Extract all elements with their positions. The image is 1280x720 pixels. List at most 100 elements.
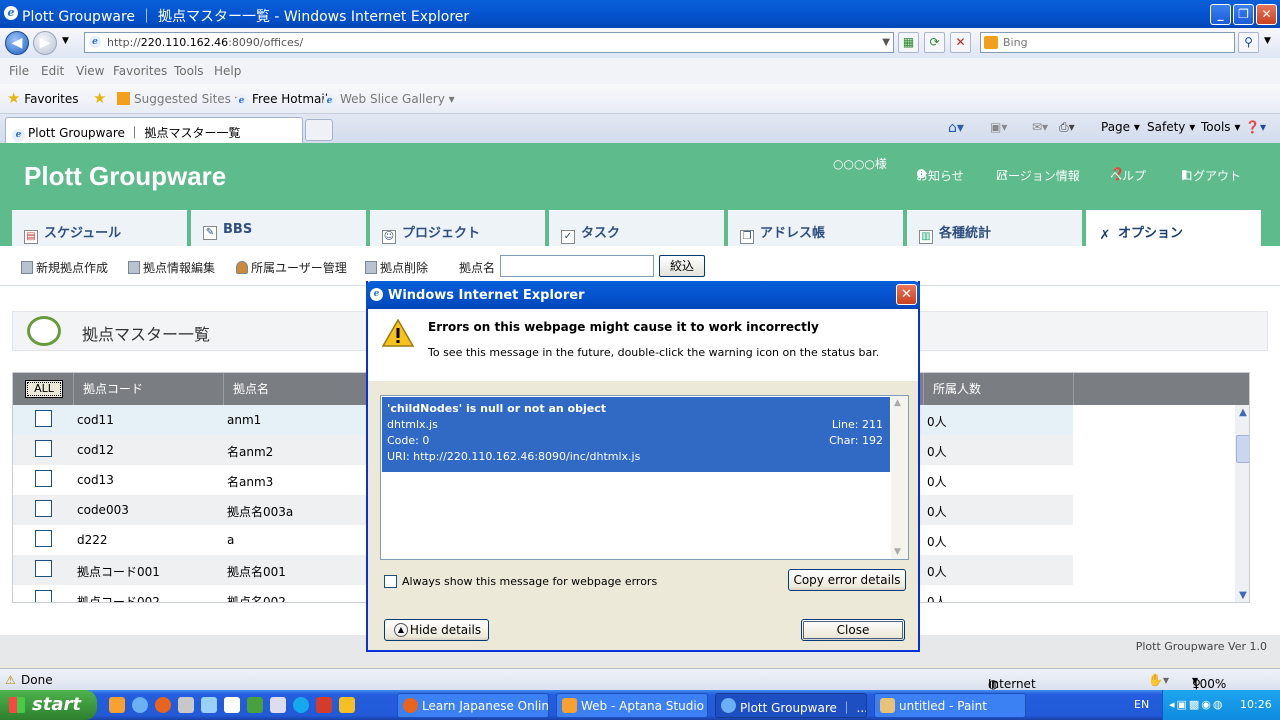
menu-file[interactable]: File <box>9 64 29 78</box>
edit-office-button[interactable]: 拠点情報編集 <box>128 259 215 276</box>
office-name-input[interactable] <box>500 255 654 277</box>
row-checkbox[interactable] <box>35 410 52 427</box>
scroll-up-icon[interactable]: ▲ <box>1235 405 1249 421</box>
fav-web-slice-gallery[interactable]: e Web Slice Gallery ▾ <box>323 92 455 108</box>
tab-task[interactable]: ✓ タスク <box>549 210 724 246</box>
help-icon[interactable]: ❓▾ <box>1245 120 1266 134</box>
menu-favorites[interactable]: Favorites <box>113 64 167 78</box>
print-icon[interactable]: ⎙▾ <box>1059 120 1075 135</box>
scroll-down-icon[interactable]: ▼ <box>1235 588 1249 602</box>
quicklaunch-skype-icon[interactable] <box>293 697 309 713</box>
home-icon[interactable]: ⌂▾ <box>948 120 964 136</box>
app-logo[interactable]: Plott Groupware <box>24 161 226 192</box>
address-input[interactable]: e http://220.110.162.46:8090/offices/ ▼ <box>84 32 894 53</box>
quicklaunch-tool-icon[interactable] <box>178 697 194 713</box>
row-checkbox[interactable] <box>35 500 52 517</box>
quicklaunch-excel-icon[interactable] <box>247 697 263 713</box>
back-button[interactable]: ◀ <box>5 31 29 55</box>
tab-options[interactable]: ✗ オプション <box>1086 210 1261 246</box>
tools-menu[interactable]: Tools ▾ <box>1201 120 1240 134</box>
zoom-control[interactable]: ⚲ 100% ▾ <box>1192 673 1226 691</box>
tray-icons[interactable]: ◂▣▩◉◍ <box>1169 698 1225 711</box>
tab-bbs[interactable]: ✎ BBS <box>191 210 366 246</box>
quicklaunch-media-icon[interactable] <box>316 697 332 713</box>
taskbar-item[interactable]: Web - Aptana Studio 3 <box>556 693 708 718</box>
col-office-code[interactable]: 拠点コード <box>83 380 143 397</box>
hide-details-button[interactable]: ▲ Hide details <box>384 619 489 641</box>
user-name-link[interactable]: ○○○○様 <box>833 155 887 172</box>
menu-edit[interactable]: Edit <box>41 64 64 78</box>
add-favorite-icon[interactable]: ★ <box>93 89 106 107</box>
tab-project[interactable]: ☺ プロジェクト <box>370 210 545 246</box>
browser-tab-active[interactable]: e Plott Groupware ｜ 拠点マスター一覧 <box>5 117 303 143</box>
error-item-selected[interactable]: 'childNodes' is null or not an object dh… <box>382 397 890 472</box>
new-office-button[interactable]: 新規拠点作成 <box>21 259 108 276</box>
taskbar-item[interactable]: Learn Japanese Onlin... <box>397 693 549 718</box>
quicklaunch-ie-icon[interactable] <box>132 697 148 713</box>
row-checkbox[interactable] <box>35 530 52 547</box>
error-scroll-up-icon[interactable]: ▲ <box>894 398 901 408</box>
office-users-label: 所属ユーザー管理 <box>251 261 347 275</box>
language-indicator[interactable]: EN <box>1134 698 1149 711</box>
menu-help[interactable]: Help <box>214 64 241 78</box>
col-office-name[interactable]: 拠点名 <box>233 380 269 397</box>
dialog-close-icon[interactable]: ✕ <box>896 284 917 305</box>
compatibility-icon[interactable]: ▦ <box>898 32 919 53</box>
cell-code: d222 <box>77 533 108 547</box>
filter-button[interactable]: 絞込 <box>659 255 705 277</box>
always-show-box[interactable] <box>384 575 397 588</box>
protected-mode-icon[interactable]: ✋▾ <box>1148 673 1169 687</box>
grid-scrollbar[interactable]: ▲ ▼ <box>1235 405 1249 602</box>
row-checkbox[interactable] <box>35 590 52 602</box>
taskbar-item-active[interactable]: Plott Groupware ｜ ... <box>715 693 867 718</box>
search-icon[interactable]: ⚲ <box>1238 32 1259 53</box>
quicklaunch-explorer-icon[interactable] <box>270 697 286 713</box>
page-menu[interactable]: Page ▾ <box>1101 120 1140 134</box>
taskbar-item[interactable]: untitled - Paint <box>874 693 1026 718</box>
error-scroll-down-icon[interactable]: ▼ <box>894 547 901 557</box>
row-checkbox[interactable] <box>35 440 52 457</box>
mail-icon[interactable]: ✉▾ <box>1032 120 1048 134</box>
error-list-scrollbar[interactable]: ▲ ▼ <box>891 396 908 559</box>
search-input[interactable]: Bing <box>980 32 1235 53</box>
start-button[interactable]: start <box>0 690 97 720</box>
close-window-button[interactable]: ✕ <box>1256 4 1277 25</box>
feeds-icon[interactable]: ▣▾ <box>990 120 1007 134</box>
col-member-count[interactable]: 所属人数 <box>933 380 981 397</box>
fav-free-hotmail[interactable]: e Free Hotmail <box>235 92 328 108</box>
stop-icon[interactable]: ✕ <box>950 32 971 53</box>
menu-tools[interactable]: Tools <box>174 64 204 78</box>
quicklaunch-firefox-icon[interactable] <box>155 697 171 713</box>
status-warning-icon[interactable]: ⚠ <box>5 673 16 687</box>
search-options-icon[interactable]: ▼ <box>1264 36 1271 46</box>
refresh-icon[interactable]: ⟳ <box>924 32 945 53</box>
maximize-button[interactable]: ❐ <box>1233 4 1254 25</box>
favorites-button[interactable]: ★ Favorites <box>7 89 79 107</box>
office-users-button[interactable]: 所属ユーザー管理 <box>236 259 347 276</box>
address-dropdown-icon[interactable]: ▼ <box>882 33 890 52</box>
fav-suggested-sites[interactable]: Suggested Sites ▾ <box>117 92 241 106</box>
copy-error-details-button[interactable]: Copy error details <box>788 569 906 591</box>
quicklaunch-notepad-icon[interactable] <box>224 697 240 713</box>
error-details-list[interactable]: 'childNodes' is null or not an object dh… <box>380 395 909 560</box>
forward-button[interactable]: ▶ <box>33 31 57 55</box>
delete-office-button[interactable]: 拠点削除 <box>365 259 428 276</box>
tab-statistics[interactable]: ▥ 各種統計 <box>907 210 1082 246</box>
new-tab-button[interactable] <box>305 119 333 141</box>
quicklaunch-aptana-icon[interactable] <box>109 697 125 713</box>
history-dropdown-icon[interactable]: ▼ <box>62 36 69 46</box>
version-text: Plott Groupware Ver 1.0 <box>1135 640 1267 653</box>
tab-address-book[interactable]: ❐ アドレス帳 <box>728 210 903 246</box>
minimize-button[interactable]: _ <box>1210 4 1231 25</box>
close-dialog-button[interactable]: Close <box>801 619 905 641</box>
scroll-thumb[interactable] <box>1236 435 1249 463</box>
row-checkbox[interactable] <box>35 470 52 487</box>
safety-menu[interactable]: Safety ▾ <box>1147 120 1195 134</box>
menu-view[interactable]: View <box>76 64 104 78</box>
tab-schedule[interactable]: ▤ スケジュール <box>12 210 187 246</box>
quicklaunch-app-icon[interactable] <box>201 697 217 713</box>
quicklaunch-folder-icon[interactable] <box>339 697 355 713</box>
row-checkbox[interactable] <box>35 560 52 577</box>
always-show-checkbox[interactable]: Always show this message for webpage err… <box>384 575 657 588</box>
select-all-button[interactable]: ALL <box>25 380 63 398</box>
